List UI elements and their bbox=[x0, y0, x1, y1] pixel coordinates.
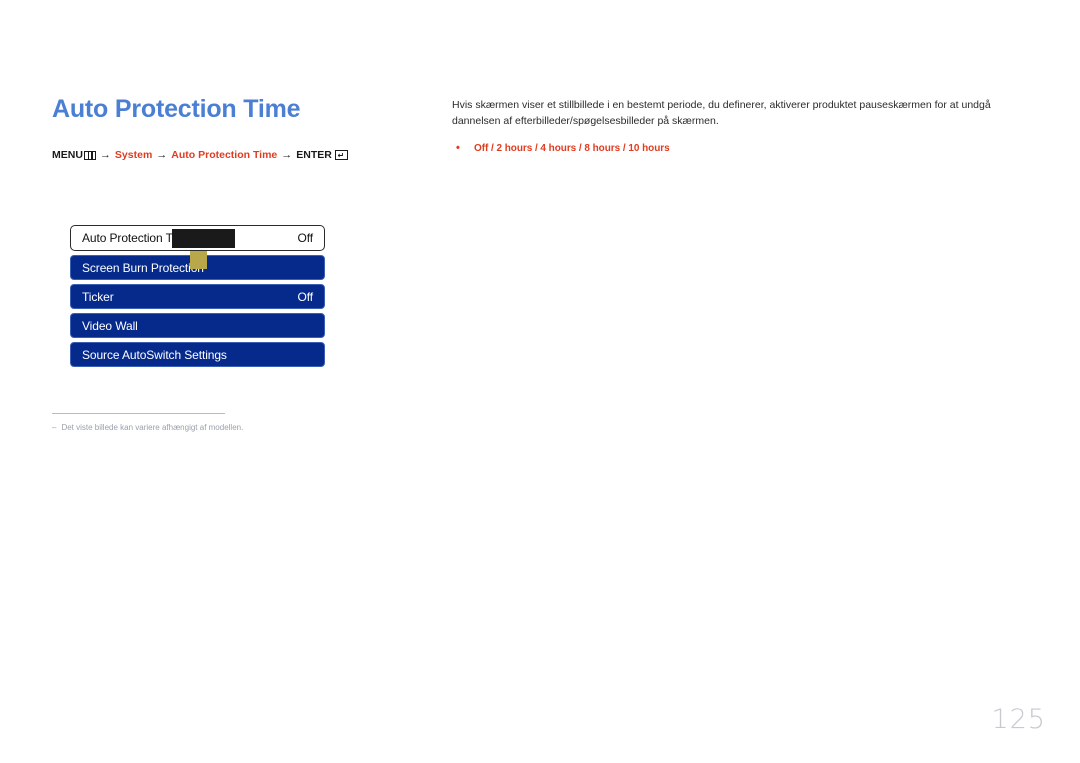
breadcrumb-enter-label: ENTER bbox=[296, 148, 332, 161]
osd-row-screen-burn-protection[interactable]: Screen Burn Protection bbox=[70, 251, 325, 280]
osd-row-video-wall[interactable]: Video Wall bbox=[70, 313, 325, 338]
osd-row-value: Off bbox=[297, 231, 314, 245]
osd-row-source-autoswitch-settings[interactable]: Source AutoSwitch Settings bbox=[70, 342, 325, 367]
breadcrumb-arrow-2: → bbox=[156, 148, 168, 161]
bullet-point-icon: • bbox=[456, 141, 460, 154]
page-number: 125 bbox=[991, 704, 1046, 735]
breadcrumb-arrow-3: → bbox=[281, 148, 293, 161]
left-column: Auto Protection Time MENU → System → Aut… bbox=[52, 95, 432, 161]
osd-row-label: Video Wall bbox=[82, 318, 138, 333]
osd-row-value: Off bbox=[297, 289, 314, 304]
osd-row-label: Auto Protection Time bbox=[82, 231, 192, 245]
breadcrumb-step-feature: Auto Protection Time bbox=[171, 148, 278, 161]
osd-row-label: Source AutoSwitch Settings bbox=[82, 347, 227, 362]
enter-arrow-glyph: ↵ bbox=[337, 151, 345, 161]
options-line-text: Off / 2 hours / 4 hours / 8 hours / 10 h… bbox=[474, 142, 670, 154]
osd-row-label: Ticker bbox=[82, 289, 114, 304]
footnote-dash: – bbox=[52, 423, 57, 432]
options-list: • Off / 2 hours / 4 hours / 8 hours / 10… bbox=[452, 141, 1030, 156]
breadcrumb-step-system: System bbox=[114, 148, 153, 161]
osd-menu-mockup: Auto Protection Time Off Screen Burn Pro… bbox=[70, 225, 325, 371]
osd-row-ticker[interactable]: Ticker Off bbox=[70, 284, 325, 309]
breadcrumb: MENU → System → Auto Protection Time → E… bbox=[52, 148, 432, 161]
osd-row-label: Screen Burn Protection bbox=[82, 260, 204, 275]
enter-return-icon: ↵ bbox=[334, 150, 348, 161]
osd-row-auto-protection-time[interactable]: Auto Protection Time Off bbox=[70, 225, 325, 251]
breadcrumb-arrow-1: → bbox=[99, 148, 111, 161]
breadcrumb-menu-label: MENU bbox=[52, 148, 83, 161]
right-column: Hvis skærmen viser et stillbillede i en … bbox=[452, 98, 1030, 156]
page-title: Auto Protection Time bbox=[52, 95, 301, 123]
list-item: • Off / 2 hours / 4 hours / 8 hours / 10… bbox=[452, 141, 1030, 156]
footnote-block: – Det viste billede kan variere afhængig… bbox=[52, 413, 352, 433]
footnote-text: Det viste billede kan variere afhængigt … bbox=[61, 423, 244, 432]
description-paragraph: Hvis skærmen viser et stillbillede i en … bbox=[452, 99, 991, 127]
manual-page: Auto Protection Time MENU → System → Aut… bbox=[0, 0, 1080, 763]
menu-bars-icon bbox=[83, 150, 96, 160]
footnote: – Det viste billede kan variere afhængig… bbox=[52, 423, 352, 433]
footnote-divider bbox=[52, 413, 225, 414]
